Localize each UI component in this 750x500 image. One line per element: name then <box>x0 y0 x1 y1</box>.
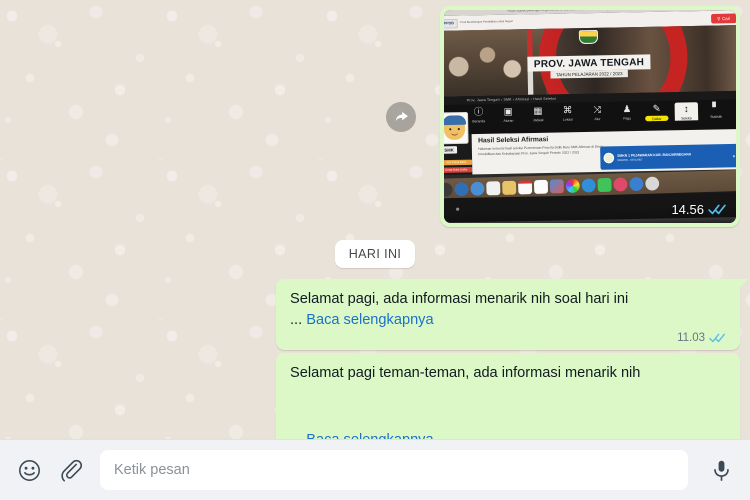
site-logo-subtitle: Turut Membangun Pendidikan untuk Negeri <box>459 19 514 24</box>
school-select[interactable]: SMKN 1 PEJAWARAN KAB. BANJARNEGARA NEGER… <box>600 143 736 170</box>
hero-subtitle: TAHUN PELAJARAN 2022 / 2023 <box>550 69 628 79</box>
dock-icon <box>533 179 549 194</box>
message-bubble-outgoing[interactable]: Selamat pagi, ada informasi menarik nih … <box>276 279 748 351</box>
pencil-icon: ✎ <box>652 102 661 114</box>
sidebar-button-cetak-bukti[interactable]: Cetak Bukti Daftar <box>444 167 473 173</box>
ellipsis: ... <box>290 311 307 328</box>
dock-icon <box>444 182 453 197</box>
nav-item-alur[interactable]: ⤨ Alur <box>586 104 610 121</box>
whatsapp-chat-window: https://ppdb.jatengprov.go.id/K040401/ha… <box>0 0 750 500</box>
dock-icon <box>565 178 580 193</box>
site-hero-banner: PROV. JAWA TENGAH TAHUN PELAJARAN 2022 /… <box>444 25 736 97</box>
smiley-icon[interactable] <box>14 455 44 485</box>
message-meta: 11.03 <box>290 332 726 344</box>
message-read-more-line: ... Baca selengkapnya <box>290 310 726 331</box>
nav-item-aturan[interactable]: ▣ Aturan <box>497 106 521 123</box>
dock-icon <box>518 179 533 194</box>
location-icon: ⌘ <box>562 104 573 116</box>
avatar-eye-left <box>449 128 452 131</box>
read-more-link[interactable]: Baca selengkapnya <box>306 312 433 328</box>
content-paragraph: Halaman ini berisi hasil seleksi Penerim… <box>478 144 604 157</box>
dock-icon <box>470 181 485 196</box>
nav-label: Daftar <box>645 115 669 122</box>
microphone-icon[interactable] <box>706 455 736 485</box>
browser-url: https://ppdb.jatengprov.go.id/K040401/ha… <box>507 10 626 12</box>
dock-icon <box>549 178 564 193</box>
content-title: Hasil Seleksi Afirmasi <box>478 135 549 145</box>
nav-label: Seleksi <box>681 116 693 121</box>
message-bubble-outgoing[interactable]: Selamat pagi teman-teman, ada informasi … <box>276 353 740 439</box>
nav-label: Pagu <box>623 116 632 121</box>
nav-label: Statistik <box>710 114 723 119</box>
nav-item-jadwal[interactable]: ▦ Jadwal <box>526 105 550 122</box>
dock-icon <box>502 180 517 195</box>
image-message-bubble[interactable]: https://ppdb.jatengprov.go.id/K040401/ha… <box>440 6 740 227</box>
school-status: NEGERI - 69714957 <box>617 158 643 162</box>
message-input-wrapper[interactable] <box>100 450 688 490</box>
image-message-meta: 14.56 <box>671 202 727 217</box>
home-icon: ⓘ <box>473 106 484 118</box>
sidebar-button-alur-cetak[interactable]: Alur Cetak Bukti <box>444 159 473 166</box>
nav-item-statistik[interactable]: ▘ Statistik <box>704 102 728 119</box>
nav-item-seleksi[interactable]: ↕ Seleksi <box>674 102 699 121</box>
avatar-eye-right <box>457 128 460 131</box>
avatar <box>444 111 469 145</box>
bar-chart-icon: ▘ <box>712 101 720 113</box>
read-receipt-icon <box>708 203 727 216</box>
sidebar-tag: SMK <box>444 146 458 154</box>
search-icon: ⚲ <box>717 15 721 21</box>
book-icon: ▣ <box>503 105 513 117</box>
dock-icon <box>645 175 660 191</box>
calendar-icon: ▦ <box>533 105 543 116</box>
dock-icon <box>581 177 596 193</box>
nav-item-daftar[interactable]: ✎ Daftar <box>645 102 669 122</box>
province-emblem-icon <box>578 29 599 45</box>
forward-arrow-icon[interactable] <box>386 101 416 132</box>
message-input[interactable] <box>114 462 674 478</box>
keyboard-glint <box>455 207 459 211</box>
school-seal-icon <box>603 152 615 164</box>
photo-content: https://ppdb.jatengprov.go.id/K040401/ha… <box>444 10 736 223</box>
dock-icon <box>454 181 469 196</box>
nav-label: Jadwal <box>532 117 544 123</box>
message-composer <box>0 439 750 500</box>
message-time: 11.03 <box>677 332 705 345</box>
group-icon: ♟ <box>622 103 632 115</box>
read-more-link[interactable]: Baca selengkapnya <box>306 432 433 439</box>
read-receipt-icon <box>709 332 726 344</box>
date-divider: HARI INI <box>334 240 416 268</box>
nav-label: Aturan <box>503 118 514 123</box>
message-blank-space <box>290 384 726 430</box>
ellipsis: ... <box>290 432 306 439</box>
nav-label: Lokasi <box>562 117 573 122</box>
attached-photo[interactable]: https://ppdb.jatengprov.go.id/K040401/ha… <box>444 10 736 223</box>
hero-title: PROV. JAWA TENGAH <box>527 54 651 72</box>
dock-icon <box>613 176 628 192</box>
nav-item-pagu[interactable]: ♟ Pagu <box>615 103 639 121</box>
nav-label: Beranda <box>472 119 486 124</box>
image-message-row: https://ppdb.jatengprov.go.id/K040401/ha… <box>10 6 740 227</box>
dock-icon <box>629 176 644 191</box>
message-text: Selamat pagi, ada informasi menarik nih … <box>290 291 629 307</box>
nav-label: Alur <box>594 116 601 122</box>
avatar-mouth <box>450 132 459 136</box>
avatar-cap <box>444 115 467 126</box>
nav-item-beranda[interactable]: ⓘ Beranda <box>467 106 491 123</box>
site-search-label: Cari <box>721 15 731 21</box>
dock-icon <box>486 180 501 195</box>
message-list: https://ppdb.jatengprov.go.id/K040401/ha… <box>0 0 750 439</box>
site-logo: PPDB <box>444 18 458 29</box>
dock-icon <box>597 177 612 192</box>
message-read-more-line: ... Baca selengkapnya <box>290 430 726 439</box>
sort-icon: ↕ <box>683 103 689 115</box>
shuffle-icon: ⤨ <box>593 104 602 115</box>
avatar-face <box>444 115 467 140</box>
nav-item-lokasi[interactable]: ⌘ Lokasi <box>556 105 580 122</box>
site-search-button[interactable]: ⚲ Cari <box>710 12 736 24</box>
message-text: Selamat pagi teman-teman, ada informasi … <box>290 365 641 382</box>
image-message-time: 14.56 <box>671 202 704 217</box>
chevron-down-icon: ▾ <box>732 152 735 159</box>
paperclip-icon[interactable] <box>56 455 86 485</box>
